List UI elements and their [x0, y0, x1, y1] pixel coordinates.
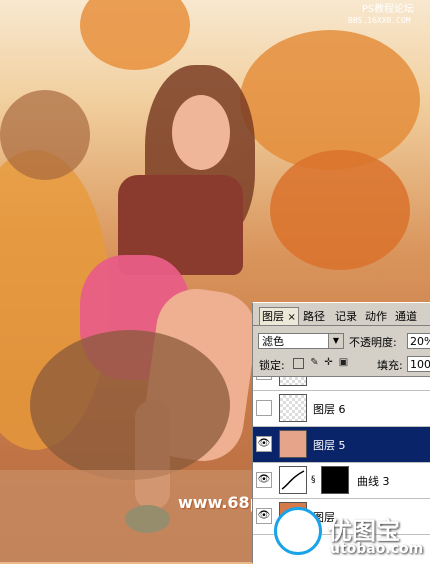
forum-watermark-line1: PS教程论坛	[362, 4, 415, 15]
layer-name: 图层 5	[313, 439, 346, 452]
lock-label: 锁定:	[259, 359, 285, 372]
layer-thumbnail	[279, 377, 307, 386]
tab-close-icon[interactable]: ×	[288, 312, 296, 323]
layer-mask-thumbnail	[321, 466, 349, 494]
blend-row: 滤色 ▼ 不透明度: 20%	[253, 329, 430, 351]
brand-logo-icon	[274, 507, 322, 555]
link-icon: §	[311, 475, 316, 485]
blend-mode-value: 滤色	[262, 335, 284, 348]
forum-watermark-line2: BBS.16XX8.COM	[348, 16, 411, 25]
opacity-field[interactable]: 20%	[407, 333, 430, 349]
layer-name: 曲线 3	[357, 475, 390, 488]
tab-history[interactable]: 记录	[335, 308, 357, 324]
foliage-top-right	[240, 30, 420, 170]
layer-row-5[interactable]: 👁 图层 5	[253, 427, 430, 463]
lock-icon[interactable]: ▣	[338, 357, 349, 368]
fill-field[interactable]: 100%	[407, 356, 430, 372]
layer-row-curves[interactable]: 👁 § 曲线 3	[253, 463, 430, 499]
curves-adjustment-icon	[279, 466, 307, 494]
tab-actions[interactable]: 动作	[365, 308, 387, 324]
layer-name: 图层 6	[313, 403, 346, 416]
tab-layers-label: 图层	[262, 310, 284, 323]
layer-thumbnail	[279, 394, 307, 422]
eye-icon[interactable]: 👁	[256, 377, 272, 380]
eye-icon[interactable]: 👁	[256, 472, 272, 488]
layer-thumbnail	[279, 430, 307, 458]
foliage-right	[270, 150, 410, 270]
tab-paths[interactable]: 路径	[303, 308, 325, 324]
brand-url: utobao.com	[330, 541, 424, 557]
fill-label: 填充:	[377, 359, 403, 372]
tab-channels[interactable]: 通道	[395, 308, 417, 324]
lock-row: 锁定: ✎ ✛ ▣ 填充: 100%	[253, 353, 430, 373]
utobao-brand: 优图宝 utobao.com	[270, 505, 430, 562]
lock-transparent-icon[interactable]	[293, 358, 304, 369]
foliage-top-left	[80, 0, 190, 70]
tab-layers[interactable]: 图层 ×	[259, 307, 299, 325]
forum-watermark: PS教程论坛 BBS.16XX8.COM	[348, 4, 415, 26]
trees-left	[0, 90, 90, 180]
visibility-toggle[interactable]	[256, 400, 272, 416]
eye-icon[interactable]: 👁	[256, 436, 272, 452]
layer-row[interactable]: 👁	[253, 377, 430, 391]
rock	[30, 330, 230, 480]
panel-tabs: 图层 × 路径 记录 动作 通道	[253, 303, 430, 326]
layer-row-6[interactable]: 图层 6	[253, 391, 430, 427]
face	[172, 95, 230, 170]
chevron-down-icon: ▼	[328, 334, 343, 348]
blend-mode-select[interactable]: 滤色 ▼	[258, 333, 344, 349]
brush-icon[interactable]: ✎	[309, 357, 320, 368]
opacity-label: 不透明度:	[349, 336, 397, 349]
move-icon[interactable]: ✛	[323, 357, 334, 368]
ground	[0, 470, 260, 562]
